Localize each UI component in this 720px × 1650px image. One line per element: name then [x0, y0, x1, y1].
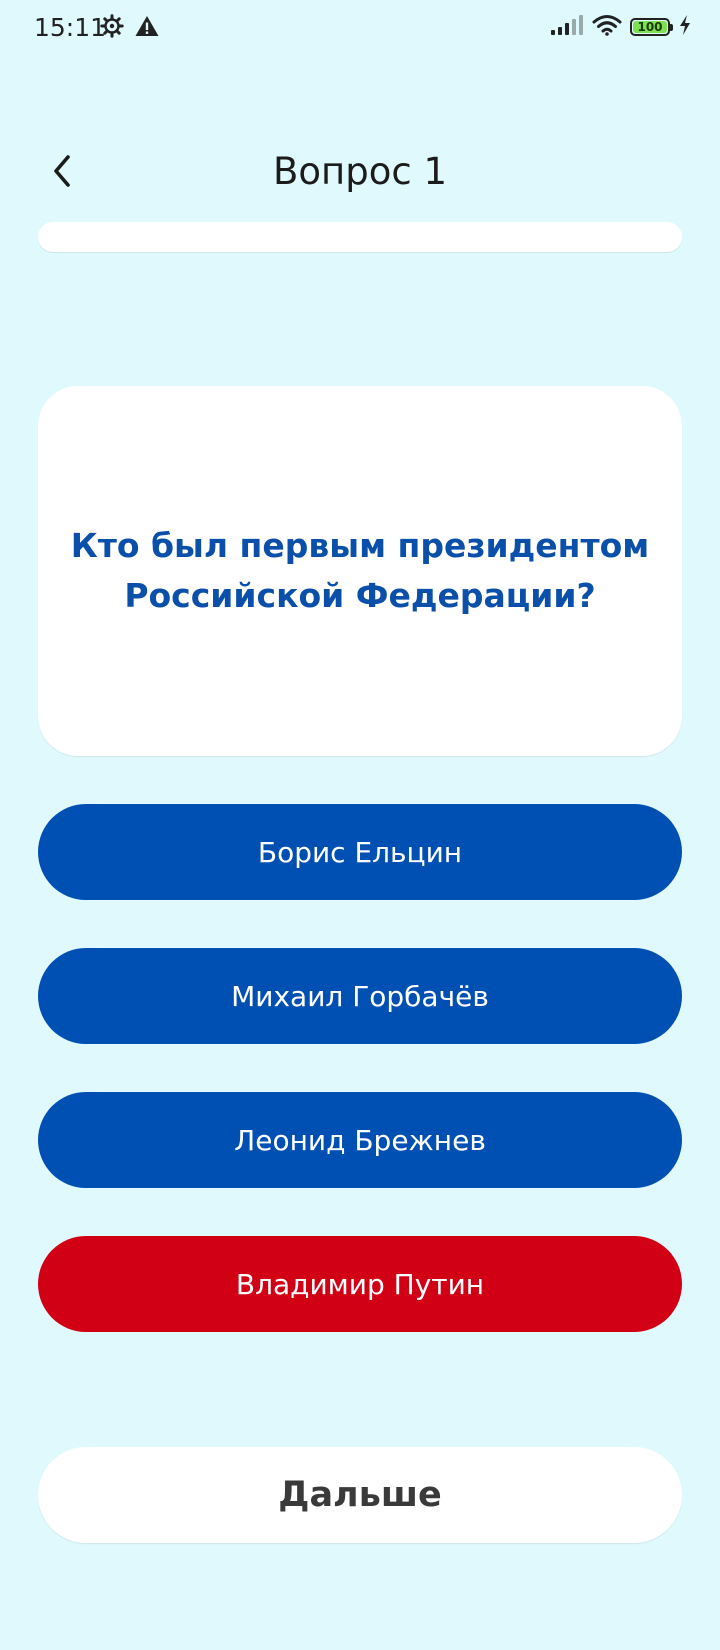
battery-level: 100: [637, 20, 663, 34]
signal-icon: [550, 14, 584, 40]
charging-icon: [678, 14, 692, 40]
answer-label: Владимир Путин: [235, 1267, 485, 1301]
status-right-icons: 100: [550, 14, 692, 40]
status-bar: 15:11 100: [0, 0, 720, 56]
answer-button-3[interactable]: Леонид Брежнев: [38, 1092, 682, 1188]
header: Вопрос 1: [0, 136, 720, 212]
question-text: Кто был первым президентом Российской Фе…: [70, 526, 650, 615]
next-button-label: Дальше: [278, 1475, 442, 1515]
status-left-icons: [100, 14, 160, 42]
answer-button-4-selected[interactable]: Владимир Путин: [38, 1236, 682, 1332]
settings-gear-icon: [100, 14, 124, 42]
answer-label: Михаил Горбачёв: [231, 979, 489, 1013]
answer-button-2[interactable]: Михаил Горбачёв: [38, 948, 682, 1044]
chevron-left-icon: [48, 153, 78, 193]
answer-button-1[interactable]: Борис Ельцин: [38, 804, 682, 900]
question-card: Кто был первым президентом Российской Фе…: [38, 386, 682, 756]
progress-bar: [38, 222, 682, 252]
answer-label: Борис Ельцин: [257, 835, 463, 869]
battery-icon: 100: [630, 18, 673, 36]
page-title: Вопрос 1: [273, 150, 447, 193]
next-button[interactable]: Дальше: [38, 1447, 682, 1543]
answer-label: Леонид Брежнев: [234, 1123, 486, 1157]
status-time: 15:11: [34, 13, 107, 42]
back-button[interactable]: [38, 148, 88, 198]
warning-icon: [134, 14, 160, 42]
wifi-icon: [592, 14, 622, 40]
